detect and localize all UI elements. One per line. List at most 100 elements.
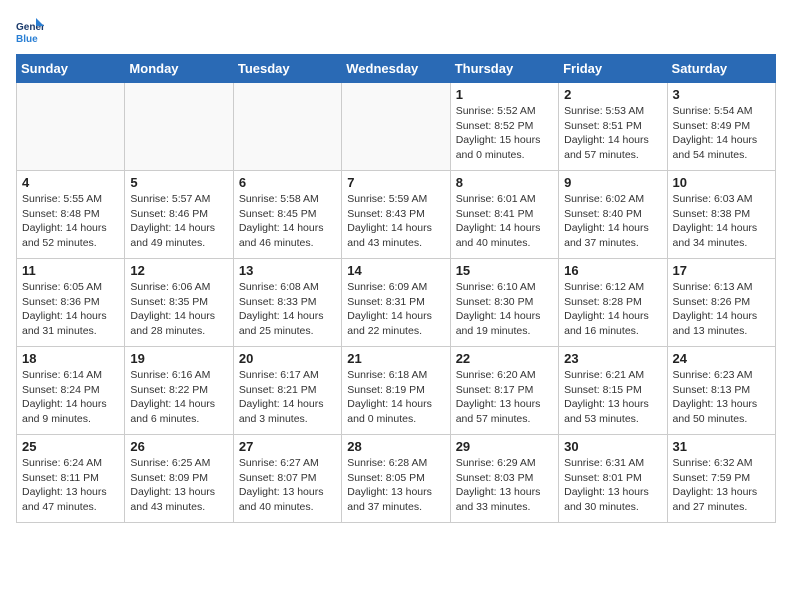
- calendar-cell: 27 Sunrise: 6:27 AMSunset: 8:07 PMDayligh…: [233, 435, 341, 523]
- day-info: Sunrise: 5:58 AMSunset: 8:45 PMDaylight:…: [239, 192, 336, 251]
- logo: General Blue: [16, 16, 46, 44]
- day-number: 30: [564, 439, 661, 454]
- calendar-cell: [233, 83, 341, 171]
- day-info: Sunrise: 5:54 AMSunset: 8:49 PMDaylight:…: [673, 104, 770, 163]
- calendar-cell: 2 Sunrise: 5:53 AMSunset: 8:51 PMDaylight…: [559, 83, 667, 171]
- calendar-cell: 13Sunrise: 6:08 AMSunset: 8:33 PMDayligh…: [233, 259, 341, 347]
- day-number: 2: [564, 87, 661, 102]
- day-info: Sunrise: 6:12 AMSunset: 8:28 PMDaylight:…: [564, 280, 661, 339]
- day-info: Sunrise: 6:09 AMSunset: 8:31 PMDaylight:…: [347, 280, 444, 339]
- calendar-cell: 7 Sunrise: 5:59 AMSunset: 8:43 PMDaylight…: [342, 171, 450, 259]
- calendar-cell: 5 Sunrise: 5:57 AMSunset: 8:46 PMDaylight…: [125, 171, 233, 259]
- calendar-cell: 8 Sunrise: 6:01 AMSunset: 8:41 PMDaylight…: [450, 171, 558, 259]
- day-info: Sunrise: 6:23 AMSunset: 8:13 PMDaylight:…: [673, 368, 770, 427]
- day-info: Sunrise: 6:18 AMSunset: 8:19 PMDaylight:…: [347, 368, 444, 427]
- day-info: Sunrise: 6:02 AMSunset: 8:40 PMDaylight:…: [564, 192, 661, 251]
- calendar-cell: 17 Sunrise: 6:13 AMSunset: 8:26 PMDayligh…: [667, 259, 775, 347]
- day-info: Sunrise: 6:10 AMSunset: 8:30 PMDaylight:…: [456, 280, 553, 339]
- day-info: Sunrise: 6:25 AMSunset: 8:09 PMDaylight:…: [130, 456, 227, 515]
- calendar-week-row: 11 Sunrise: 6:05 AMSunset: 8:36 PMDayligh…: [17, 259, 776, 347]
- day-info: Sunrise: 6:13 AMSunset: 8:26 PMDaylight:…: [673, 280, 770, 339]
- calendar-cell: 18Sunrise: 6:14 AMSunset: 8:24 PMDayligh…: [17, 347, 125, 435]
- day-number: 7: [347, 175, 444, 190]
- day-number: 14: [347, 263, 444, 278]
- calendar-cell: [17, 83, 125, 171]
- weekday-header-friday: Friday: [559, 55, 667, 83]
- calendar-cell: [125, 83, 233, 171]
- day-info: Sunrise: 6:27 AMSunset: 8:07 PMDaylight:…: [239, 456, 336, 515]
- day-info: Sunrise: 6:29 AMSunset: 8:03 PMDaylight:…: [456, 456, 553, 515]
- day-info: Sunrise: 6:21 AMSunset: 8:15 PMDaylight:…: [564, 368, 661, 427]
- day-info: Sunrise: 5:55 AMSunset: 8:48 PMDaylight:…: [22, 192, 119, 251]
- weekday-header-sunday: Sunday: [17, 55, 125, 83]
- day-info: Sunrise: 5:57 AMSunset: 8:46 PMDaylight:…: [130, 192, 227, 251]
- day-info: Sunrise: 6:17 AMSunset: 8:21 PMDaylight:…: [239, 368, 336, 427]
- weekday-header-row: SundayMondayTuesdayWednesdayThursdayFrid…: [17, 55, 776, 83]
- day-info: Sunrise: 6:03 AMSunset: 8:38 PMDaylight:…: [673, 192, 770, 251]
- day-number: 27: [239, 439, 336, 454]
- calendar-cell: 3 Sunrise: 5:54 AMSunset: 8:49 PMDaylight…: [667, 83, 775, 171]
- day-info: Sunrise: 6:28 AMSunset: 8:05 PMDaylight:…: [347, 456, 444, 515]
- calendar-cell: 30Sunrise: 6:31 AMSunset: 8:01 PMDayligh…: [559, 435, 667, 523]
- day-number: 12: [130, 263, 227, 278]
- weekday-header-saturday: Saturday: [667, 55, 775, 83]
- calendar-cell: 29 Sunrise: 6:29 AMSunset: 8:03 PMDayligh…: [450, 435, 558, 523]
- calendar-week-row: 25 Sunrise: 6:24 AMSunset: 8:11 PMDayligh…: [17, 435, 776, 523]
- day-number: 25: [22, 439, 119, 454]
- weekday-header-monday: Monday: [125, 55, 233, 83]
- day-number: 5: [130, 175, 227, 190]
- day-info: Sunrise: 6:20 AMSunset: 8:17 PMDaylight:…: [456, 368, 553, 427]
- day-number: 3: [673, 87, 770, 102]
- calendar-cell: 24 Sunrise: 6:23 AMSunset: 8:13 PMDayligh…: [667, 347, 775, 435]
- calendar-cell: 6 Sunrise: 5:58 AMSunset: 8:45 PMDaylight…: [233, 171, 341, 259]
- day-number: 16: [564, 263, 661, 278]
- calendar-cell: 31Sunrise: 6:32 AMSunset: 7:59 PMDayligh…: [667, 435, 775, 523]
- day-number: 8: [456, 175, 553, 190]
- calendar-cell: 19 Sunrise: 6:16 AMSunset: 8:22 PMDayligh…: [125, 347, 233, 435]
- day-number: 21: [347, 351, 444, 366]
- day-number: 13: [239, 263, 336, 278]
- day-number: 24: [673, 351, 770, 366]
- day-info: Sunrise: 6:01 AMSunset: 8:41 PMDaylight:…: [456, 192, 553, 251]
- weekday-header-thursday: Thursday: [450, 55, 558, 83]
- calendar-cell: 11 Sunrise: 6:05 AMSunset: 8:36 PMDayligh…: [17, 259, 125, 347]
- calendar-cell: 16 Sunrise: 6:12 AMSunset: 8:28 PMDayligh…: [559, 259, 667, 347]
- day-number: 26: [130, 439, 227, 454]
- calendar-cell: 23 Sunrise: 6:21 AMSunset: 8:15 PMDayligh…: [559, 347, 667, 435]
- logo-icon: General Blue: [16, 16, 44, 44]
- day-number: 6: [239, 175, 336, 190]
- day-info: Sunrise: 5:53 AMSunset: 8:51 PMDaylight:…: [564, 104, 661, 163]
- day-number: 20: [239, 351, 336, 366]
- weekday-header-tuesday: Tuesday: [233, 55, 341, 83]
- svg-text:Blue: Blue: [16, 34, 38, 44]
- calendar-cell: 4Sunrise: 5:55 AMSunset: 8:48 PMDaylight…: [17, 171, 125, 259]
- calendar-table: SundayMondayTuesdayWednesdayThursdayFrid…: [16, 54, 776, 523]
- day-number: 17: [673, 263, 770, 278]
- day-info: Sunrise: 5:59 AMSunset: 8:43 PMDaylight:…: [347, 192, 444, 251]
- calendar-week-row: 18Sunrise: 6:14 AMSunset: 8:24 PMDayligh…: [17, 347, 776, 435]
- weekday-header-wednesday: Wednesday: [342, 55, 450, 83]
- calendar-cell: 15 Sunrise: 6:10 AMSunset: 8:30 PMDayligh…: [450, 259, 558, 347]
- day-info: Sunrise: 6:16 AMSunset: 8:22 PMDaylight:…: [130, 368, 227, 427]
- day-number: 19: [130, 351, 227, 366]
- calendar-cell: 12 Sunrise: 6:06 AMSunset: 8:35 PMDayligh…: [125, 259, 233, 347]
- day-number: 31: [673, 439, 770, 454]
- day-info: Sunrise: 6:14 AMSunset: 8:24 PMDaylight:…: [22, 368, 119, 427]
- calendar-cell: 28Sunrise: 6:28 AMSunset: 8:05 PMDayligh…: [342, 435, 450, 523]
- calendar-cell: 20 Sunrise: 6:17 AMSunset: 8:21 PMDayligh…: [233, 347, 341, 435]
- day-number: 29: [456, 439, 553, 454]
- calendar-cell: 26 Sunrise: 6:25 AMSunset: 8:09 PMDayligh…: [125, 435, 233, 523]
- day-number: 22: [456, 351, 553, 366]
- day-info: Sunrise: 6:05 AMSunset: 8:36 PMDaylight:…: [22, 280, 119, 339]
- calendar-cell: 9 Sunrise: 6:02 AMSunset: 8:40 PMDaylight…: [559, 171, 667, 259]
- day-info: Sunrise: 6:24 AMSunset: 8:11 PMDaylight:…: [22, 456, 119, 515]
- calendar-cell: 22 Sunrise: 6:20 AMSunset: 8:17 PMDayligh…: [450, 347, 558, 435]
- day-info: Sunrise: 6:06 AMSunset: 8:35 PMDaylight:…: [130, 280, 227, 339]
- day-number: 9: [564, 175, 661, 190]
- day-number: 11: [22, 263, 119, 278]
- day-number: 15: [456, 263, 553, 278]
- calendar-cell: 1Sunrise: 5:52 AMSunset: 8:52 PMDaylight…: [450, 83, 558, 171]
- calendar-cell: 21 Sunrise: 6:18 AMSunset: 8:19 PMDayligh…: [342, 347, 450, 435]
- day-number: 10: [673, 175, 770, 190]
- day-number: 23: [564, 351, 661, 366]
